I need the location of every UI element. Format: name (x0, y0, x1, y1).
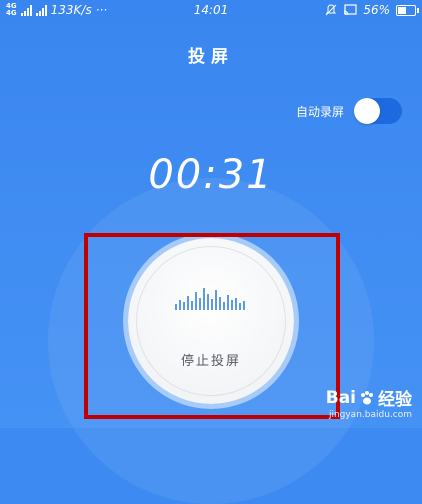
watermark-brand: Bai (325, 387, 356, 408)
watermark-suffix: 经验 (378, 390, 412, 410)
auto-record-row: 自动录屏 (296, 98, 402, 124)
bell-muted-icon (325, 4, 337, 16)
highlight-box (84, 233, 340, 419)
battery-fill (398, 6, 406, 14)
auto-record-toggle[interactable] (354, 98, 402, 124)
baidu-logo: Bai 经验 (325, 385, 412, 411)
cast-timer: 00:31 (148, 152, 274, 198)
battery-percent: 56% (363, 3, 390, 17)
status-right: 56% (325, 3, 419, 17)
auto-record-label: 自动录屏 (295, 104, 344, 119)
baidu-watermark: Bai 经验 jingyan.baidu.com (325, 385, 412, 421)
paw-icon (361, 390, 373, 404)
battery-icon (396, 4, 419, 16)
watermark-url: jingyan.baidu.com (328, 410, 412, 420)
page-title: 投屏 (188, 47, 234, 67)
screen: 4G 4G 133K/s ··· 14:01 56% 投屏 自动录屏 00:31… (0, 0, 422, 504)
toggle-knob (354, 98, 380, 124)
status-bar: 4G 4G 133K/s ··· 14:01 56% (0, 0, 422, 22)
cast-icon (344, 4, 357, 16)
